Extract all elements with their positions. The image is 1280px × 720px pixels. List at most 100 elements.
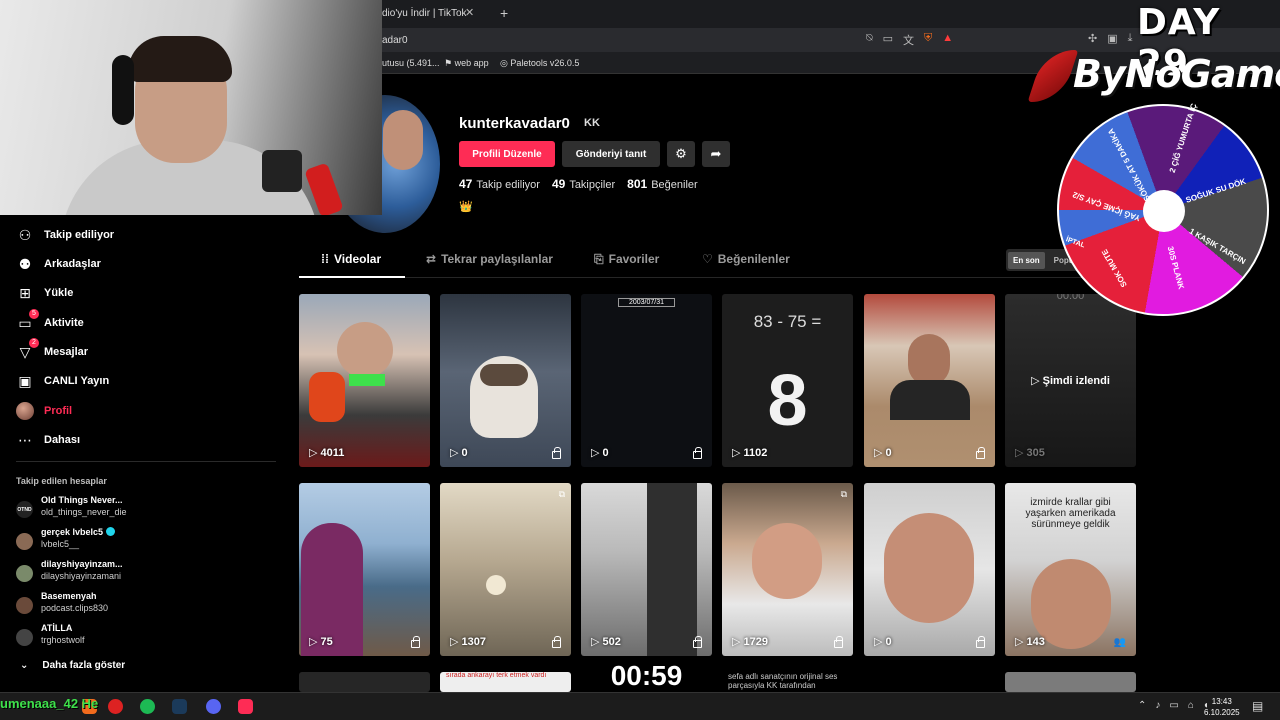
- taskbar-clock[interactable]: 13:43 6.10.2025: [1204, 696, 1240, 718]
- followed-account[interactable]: dilayshiyayinzam... dilayshiyayinzamani: [16, 559, 276, 589]
- screen-share-icon[interactable]: ▭: [883, 32, 893, 48]
- new-tab-button[interactable]: +: [500, 5, 508, 21]
- browser-tab-title[interactable]: dio'yu İndir | TikTok: [382, 8, 467, 19]
- steam-icon[interactable]: [172, 699, 187, 714]
- account-avatar: [16, 533, 33, 550]
- view-count: 305: [1026, 447, 1045, 459]
- play-icon: ▷: [1015, 447, 1027, 459]
- video-card[interactable]: ▷ 0: [864, 483, 995, 656]
- thumbnail-face: [752, 523, 822, 599]
- chevron-down-icon: ⌄: [20, 660, 29, 671]
- tab-close-icon[interactable]: ✕: [465, 6, 474, 19]
- download-icon[interactable]: ⤓: [1128, 32, 1133, 45]
- video-card[interactable]: izmirde krallar gibi yaşarken amerikada …: [1005, 483, 1136, 656]
- grid-icon: ⁞⁞: [321, 252, 329, 266]
- followed-account[interactable]: Basemenyah podcast.clips830: [16, 591, 276, 621]
- video-card[interactable]: ▷ 0: [440, 294, 571, 467]
- sort-latest[interactable]: En son: [1008, 251, 1045, 269]
- video-card[interactable]: 2003/07/31 ▷ 0: [581, 294, 712, 467]
- tab-favorites[interactable]: ⎘ Favoriler: [594, 252, 659, 278]
- nav-messages[interactable]: ▽ 2 Mesajlar: [16, 338, 276, 365]
- video-card[interactable]: ⧉ ▷ 1729: [722, 483, 853, 656]
- account-name: gerçek lvbelc5: [41, 527, 116, 537]
- wheel-hub: [1143, 190, 1185, 232]
- video-card[interactable]: ▷ 0: [864, 294, 995, 467]
- display-icon[interactable]: ▭: [1169, 700, 1178, 711]
- video-card[interactable]: 00:59: [581, 660, 712, 692]
- tab-videos[interactable]: ⁞⁞ Videolar: [321, 252, 381, 278]
- tab-reposts[interactable]: ⇄ Tekrar paylaşılanlar: [426, 252, 553, 278]
- thumbnail-cat-head: [480, 364, 528, 386]
- nav-upload[interactable]: ⊞ Yükle: [16, 280, 276, 306]
- bookmark-icon: ◎: [500, 58, 511, 68]
- play-icon: ▷: [591, 636, 603, 648]
- followed-account[interactable]: ATİLLA trghostwolf: [16, 623, 276, 653]
- account-handle: trghostwolf: [41, 635, 85, 645]
- play-icon: ▷: [732, 447, 744, 459]
- thumbnail-big-number: 8: [767, 361, 808, 441]
- nav-more[interactable]: ⋯ Dahası: [16, 427, 276, 453]
- account-handle: old_things_never_die: [41, 507, 127, 517]
- alert-icon[interactable]: ▲: [942, 32, 953, 48]
- account-name: Old Things Never...: [41, 495, 123, 505]
- extensions-icon[interactable]: ✣: [1088, 32, 1097, 45]
- brave-shield-icon[interactable]: ⛨: [924, 32, 932, 48]
- nav-friends[interactable]: ⚉ Arkadaşlar: [16, 251, 276, 277]
- nav-activity[interactable]: ▭ 5 Aktivite: [16, 309, 276, 336]
- video-card[interactable]: ▷ 75: [299, 483, 430, 656]
- nav-following[interactable]: ⚇ Takip ediliyor: [16, 222, 276, 248]
- upload-icon: ⊞: [19, 284, 31, 301]
- video-card[interactable]: 83 - 75 = 8 ▷ 1102: [722, 294, 853, 467]
- account-name: Basemenyah: [41, 591, 97, 601]
- notification-icon[interactable]: ▤: [1252, 699, 1263, 713]
- video-card[interactable]: sırada ankarayı terk etmek vardı: [440, 672, 571, 692]
- nav-live[interactable]: ▣ CANLI Yayın: [16, 368, 276, 394]
- following-stat[interactable]: 47 Takip ediliyor: [459, 177, 540, 191]
- repost-icon: ⇄: [426, 252, 437, 266]
- share-icon: ➦: [710, 146, 722, 161]
- url-field[interactable]: adar0: [382, 35, 408, 46]
- bookmark-item[interactable]: ◎ Paletools v26.0.5: [500, 58, 579, 69]
- discord-icon[interactable]: [206, 699, 221, 714]
- video-card[interactable]: sefa adlı sanatçının orijinal ses parças…: [722, 672, 853, 692]
- bookmark-icon: ⚑: [444, 58, 455, 68]
- reader-mode-icon[interactable]: ⍉: [866, 32, 873, 48]
- settings-button[interactable]: ⚙: [667, 141, 695, 167]
- followers-stat[interactable]: 49 Takipçiler: [552, 177, 615, 191]
- lock-icon: [552, 636, 561, 648]
- video-card[interactable]: ▷ 502: [581, 483, 712, 656]
- video-card[interactable]: [299, 672, 430, 692]
- nav-profile[interactable]: Profil: [16, 398, 276, 424]
- video-card[interactable]: ▷ 4011: [299, 294, 430, 467]
- sidebar-icon[interactable]: ▣: [1107, 32, 1117, 45]
- view-count: 143: [1026, 636, 1045, 648]
- spotify-icon[interactable]: [140, 699, 155, 714]
- share-button[interactable]: ➦: [702, 141, 730, 167]
- network-icon[interactable]: ⌂: [1188, 700, 1194, 711]
- followed-account[interactable]: gerçek lvbelc5 lvbelc5__: [16, 527, 276, 557]
- video-card[interactable]: ⧉ ▷ 1307: [440, 483, 571, 656]
- likes-stat: 801 Beğeniler: [627, 177, 698, 191]
- account-name: ATİLLA: [41, 623, 73, 633]
- play-icon: ▷: [732, 636, 744, 648]
- bookmark-item[interactable]: ⚑ web app: [444, 58, 489, 69]
- following-accounts-heading: Takip edilen hesaplar: [16, 476, 107, 486]
- bookmark-item[interactable]: utusu (5.491...: [382, 58, 440, 68]
- account-avatar: [16, 629, 33, 646]
- streamer-name-overlay: umenaaa_42 He: [0, 696, 99, 711]
- obs-icon[interactable]: [108, 699, 123, 714]
- show-more-accounts[interactable]: ⌄ Daha fazla göster: [20, 660, 125, 671]
- video-card[interactable]: [1005, 672, 1136, 692]
- thumbnail-gems: [349, 374, 385, 386]
- tiktok-icon[interactable]: [238, 699, 253, 714]
- promote-post-button[interactable]: Gönderiyi tanıt: [562, 141, 660, 167]
- followed-account[interactable]: OTND Old Things Never... old_things_neve…: [16, 495, 276, 525]
- chevron-up-icon[interactable]: ⌃: [1138, 700, 1146, 711]
- translate-icon[interactable]: 文: [903, 32, 914, 48]
- tab-liked[interactable]: ♡ Beğenilenler: [702, 252, 790, 278]
- video-card[interactable]: 00:00 ▷ Şimdi izlendi ▷ 305: [1005, 294, 1136, 467]
- microphone-icon[interactable]: ♪: [1155, 700, 1160, 711]
- lock-icon: [411, 636, 420, 648]
- edit-profile-button[interactable]: Profili Düzenle: [459, 141, 555, 167]
- view-count: 502: [602, 636, 621, 648]
